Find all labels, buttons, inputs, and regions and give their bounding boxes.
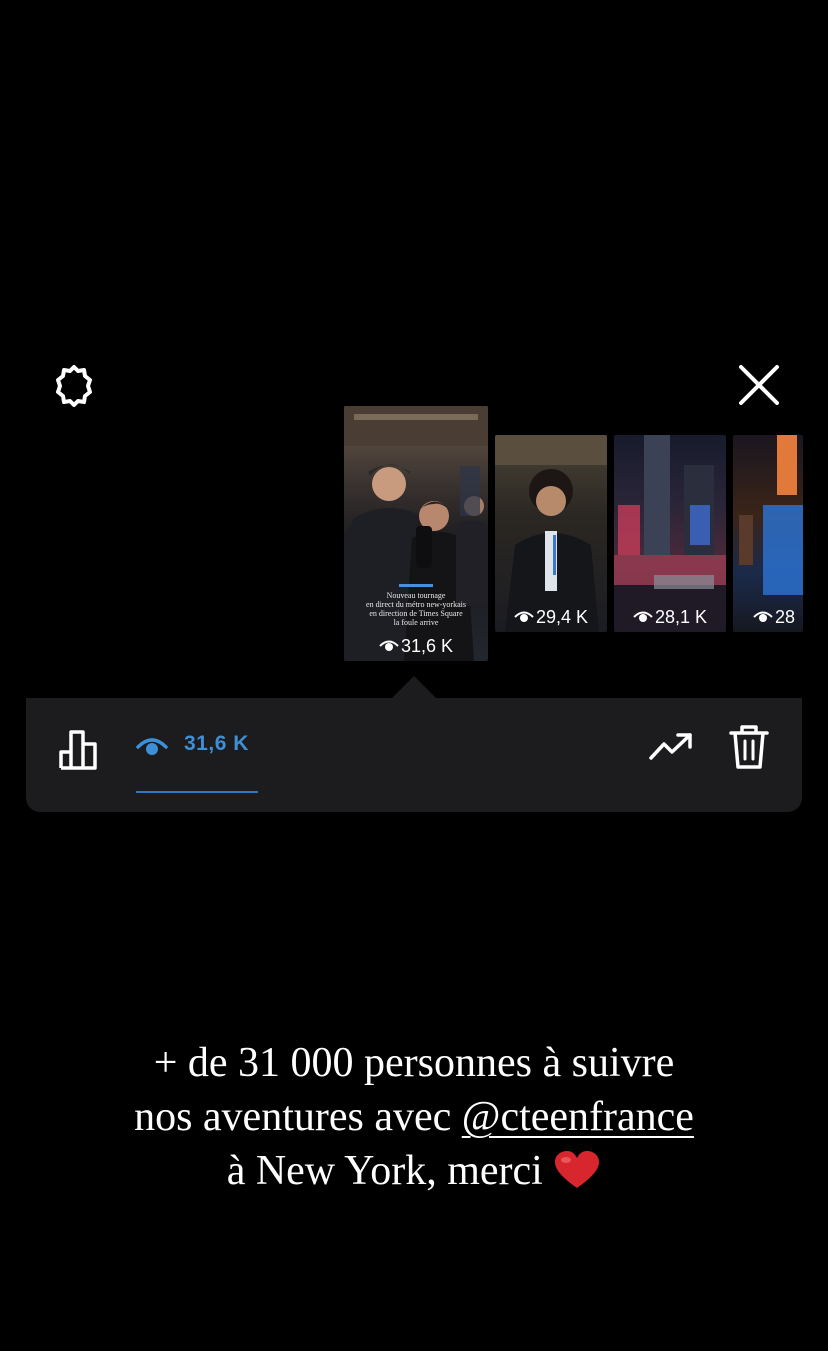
thumbnail-caption: Nouveau tournage en direct du métro new-…	[352, 582, 480, 627]
close-icon[interactable]	[736, 362, 782, 408]
red-heart-emoji	[555, 1151, 600, 1188]
eye-icon	[379, 640, 399, 651]
thumbnail-views: 28	[753, 607, 803, 628]
eye-icon	[514, 611, 534, 622]
story-text-line: + de 31 000 personnes à suivre	[153, 1040, 675, 1086]
views-count[interactable]: 31,6 K	[184, 732, 249, 756]
eye-icon	[633, 611, 653, 622]
caption-line: en direction de Times Square	[369, 609, 463, 618]
thumbnail-views-count: 28	[775, 607, 796, 627]
story-thumbnail[interactable]: 28	[733, 435, 803, 632]
story-text-prefix: nos aventures avec	[134, 1094, 462, 1140]
thumbnail-views-count: 31,6 K	[400, 636, 454, 656]
thumbnail-views-count: 29,4 K	[535, 607, 589, 627]
thumbnail-photo	[495, 435, 607, 632]
caption-line: en direct du métro new-yorkais	[366, 600, 466, 609]
thumbnail-views: 28,1 K	[614, 607, 726, 628]
bar-chart-icon[interactable]	[58, 726, 104, 770]
story-text-line3: à New York, merci	[226, 1148, 543, 1194]
thumbnail-views: 31,6 K	[344, 636, 488, 657]
trash-icon[interactable]	[728, 724, 770, 770]
trend-up-icon[interactable]	[648, 730, 694, 764]
story-text-line: nos aventures avec @cteenfrance	[0, 1090, 828, 1144]
story-text: + de 31 000 personnes à suivre nos avent…	[0, 1036, 828, 1198]
thumbnail-views: 29,4 K	[495, 607, 607, 628]
eye-icon	[753, 611, 773, 622]
caption-line: Nouveau tournage	[386, 591, 446, 600]
thumbnail-views-count: 28,1 K	[654, 607, 708, 627]
caption-tag	[399, 584, 433, 587]
caption-line: la foule arrive	[393, 618, 439, 627]
story-thumbnail-selected[interactable]: Nouveau tournage en direct du métro new-…	[344, 406, 488, 661]
story-text-line: à New York, merci	[0, 1144, 828, 1198]
story-thumbnail[interactable]: 29,4 K	[495, 435, 607, 632]
views-tab-indicator	[136, 791, 258, 793]
story-thumbnail[interactable]: 28,1 K	[614, 435, 726, 632]
thumbnail-photo	[614, 435, 726, 632]
mention-link[interactable]: @cteenfrance	[462, 1094, 694, 1140]
selection-pointer	[392, 676, 436, 698]
settings-gear-icon[interactable]	[52, 364, 96, 408]
eye-icon[interactable]	[136, 735, 168, 759]
thumbnail-photo	[739, 435, 803, 595]
